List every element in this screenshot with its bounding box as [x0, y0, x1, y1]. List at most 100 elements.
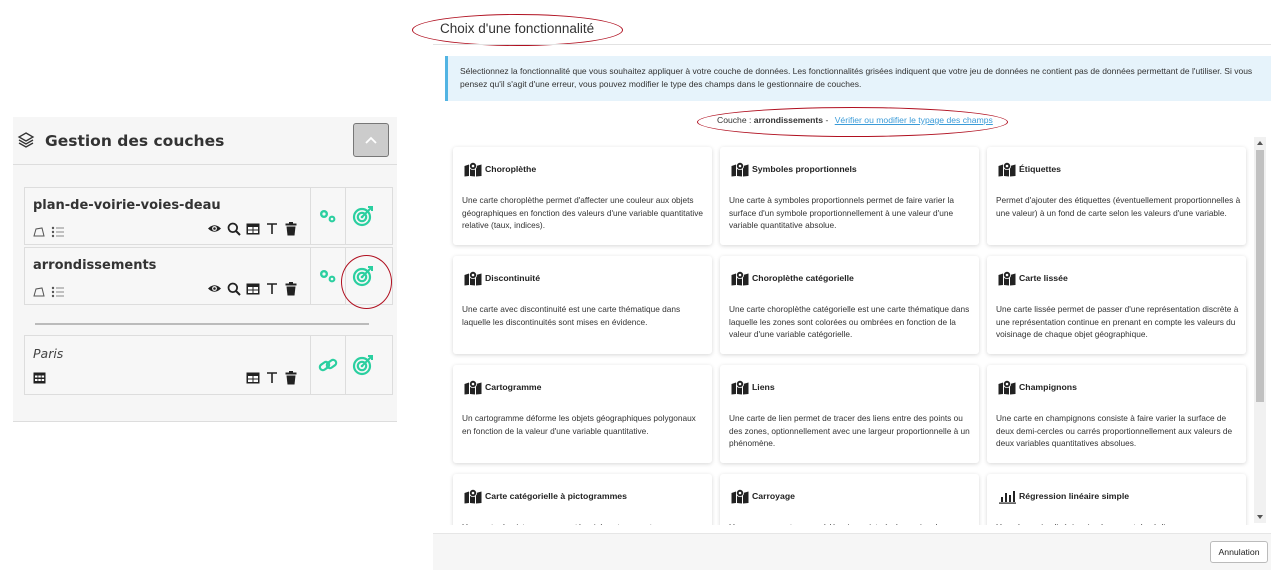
basemap-name: Paris [33, 346, 64, 361]
feature-card-description: Une carte choroplèthe catégorielle est u… [729, 304, 970, 339]
layer-feature-button[interactable] [345, 248, 380, 304]
verify-fields-link[interactable]: Vérifier ou modifier le typage des champ… [835, 115, 993, 125]
feature-card[interactable]: Choroplèthe catégorielle Une carte chorop… [720, 256, 979, 354]
text-style-icon[interactable] [264, 281, 279, 296]
scroll-down-icon[interactable] [1254, 511, 1266, 523]
feature-card-description: Un carroyage est un procédé qui consiste… [729, 521, 974, 525]
feature-card-title: Liens [752, 382, 775, 392]
zoom-icon[interactable] [226, 221, 241, 236]
map-icon [731, 271, 749, 287]
feature-card-description: Une carte choroplèthe permet d'affecter … [462, 195, 703, 230]
scroll-up-icon[interactable] [1254, 137, 1266, 149]
selected-layer-line: Couche : arrondissements - Vérifier ou m… [717, 115, 993, 125]
basemap-card: Paris [24, 335, 393, 395]
fields-list-icon[interactable] [51, 226, 65, 238]
feature-card-title: Champignons [1019, 382, 1077, 392]
map-icon [464, 489, 482, 505]
layer-settings-button[interactable] [310, 188, 345, 244]
table-icon[interactable] [245, 370, 260, 385]
feature-card-description: Permet d'ajouter des étiquettes (éventue… [996, 195, 1241, 218]
feature-card-title: Discontinuité [485, 273, 541, 283]
feature-card-title: Cartogramme [485, 382, 542, 392]
table-icon[interactable] [245, 221, 260, 236]
layer-settings-button[interactable] [310, 248, 345, 304]
text-style-icon[interactable] [264, 221, 279, 236]
feature-card[interactable]: Choroplèthe Une carte choroplèthe permet … [453, 147, 712, 245]
feature-card[interactable]: Étiquettes Permet d'ajouter des étiquette… [987, 147, 1246, 245]
chart-icon [998, 489, 1016, 505]
eye-icon[interactable] [207, 221, 222, 236]
modal-title: Choix d'une fonctionnalité [440, 21, 595, 36]
feature-card-title: Carte catégorielle à pictogrammes [485, 491, 627, 501]
zoom-icon[interactable] [226, 281, 241, 296]
layer-separator: - [823, 115, 831, 125]
feature-card-description: Une carte avec discontinuité est une car… [462, 304, 681, 327]
target-icon [352, 355, 373, 376]
modal-header-divider [433, 44, 1271, 45]
gears-icon [320, 210, 336, 223]
scrollbar[interactable] [1254, 137, 1266, 523]
layer-card: arrondissements [24, 247, 393, 305]
eye-icon[interactable] [207, 281, 222, 296]
chevron-up-icon [365, 136, 377, 144]
layer-name: arrondissements [33, 258, 157, 273]
layer-card: plan-de-voirie-voies-deau [24, 187, 393, 245]
target-icon [352, 266, 373, 287]
feature-card[interactable]: Carte catégorielle à pictogrammes Une car… [453, 474, 712, 525]
features-grid: Choroplèthe Une carte choroplèthe permet … [445, 135, 1257, 525]
feature-card-description: Une régression linéaire simple permet de… [996, 521, 1241, 525]
grid-icon [33, 372, 46, 384]
info-text: Sélectionnez la fonctionnalité que vous … [460, 66, 1253, 89]
layers-panel: Gestion des couches plan-de-voirie-voies… [13, 117, 397, 422]
map-icon [464, 271, 482, 287]
layers-icon [17, 131, 37, 151]
feature-card[interactable]: Carte lissée Une carte lissée permet de p… [987, 256, 1246, 354]
layer-feature-button[interactable] [345, 188, 380, 244]
layer-name: plan-de-voirie-voies-deau [33, 198, 221, 213]
polygon-type-icon [33, 287, 45, 297]
trash-icon[interactable] [283, 281, 298, 296]
cancel-button[interactable]: Annulation [1210, 541, 1268, 563]
link-icon [318, 358, 338, 372]
map-icon [464, 162, 482, 178]
map-icon [731, 380, 749, 396]
feature-card[interactable]: Liens Une carte de lien permet de tracer … [720, 365, 979, 463]
trash-icon[interactable] [283, 221, 298, 236]
table-icon[interactable] [245, 281, 260, 296]
layers-panel-header: Gestion des couches [13, 117, 397, 165]
feature-card-title: Régression linéaire simple [1019, 491, 1130, 501]
modal-footer: Annulation [433, 533, 1271, 570]
feature-card-title: Choroplèthe [485, 164, 537, 174]
feature-card[interactable]: Cartogramme Un cartogramme déforme les ob… [453, 365, 712, 463]
feature-card[interactable]: Carroyage Un carroyage est un procédé qui… [720, 474, 979, 525]
feature-card[interactable]: Champignons Une carte en champignons cons… [987, 365, 1246, 463]
feature-card-title: Carte lissée [1019, 273, 1068, 283]
polygon-type-icon [33, 227, 45, 237]
info-alert: Sélectionnez la fonctionnalité que vous … [445, 56, 1271, 101]
feature-card[interactable]: Symboles proportionnels Une carte à symbo… [720, 147, 979, 245]
selected-layer-name: arrondissements [753, 115, 824, 125]
map-icon [731, 162, 749, 178]
feature-card-title: Symboles proportionnels [752, 164, 857, 174]
gears-icon [320, 270, 336, 283]
trash-icon[interactable] [283, 370, 298, 385]
feature-card-description: Une carte de pictogrammes catégoriels es… [462, 521, 707, 525]
feature-card-description: Une carte en champignons consiste à fair… [996, 413, 1233, 448]
feature-card-description: Une carte lissée permet de passer d'une … [996, 304, 1239, 339]
text-style-icon[interactable] [264, 370, 279, 385]
map-icon [998, 380, 1016, 396]
feature-card-description: Un cartogramme déforme les objets géogra… [462, 413, 696, 436]
map-icon [998, 271, 1016, 287]
feature-card[interactable]: Régression linéaire simple Une régression… [987, 474, 1246, 525]
scrollbar-thumb[interactable] [1256, 150, 1264, 402]
collapse-panel-button[interactable] [353, 123, 389, 157]
basemap-link-button[interactable] [310, 336, 345, 394]
feature-card-title: Choroplèthe catégorielle [752, 273, 854, 283]
fields-list-icon[interactable] [51, 286, 65, 298]
feature-card-title: Carroyage [752, 491, 795, 501]
feature-card[interactable]: Discontinuité Une carte avec discontinuit… [453, 256, 712, 354]
layers-panel-title: Gestion des couches [45, 131, 225, 150]
basemap-feature-button[interactable] [345, 336, 380, 394]
map-icon [998, 162, 1016, 178]
feature-card-description: Une carte de lien permet de tracer des l… [729, 413, 970, 448]
